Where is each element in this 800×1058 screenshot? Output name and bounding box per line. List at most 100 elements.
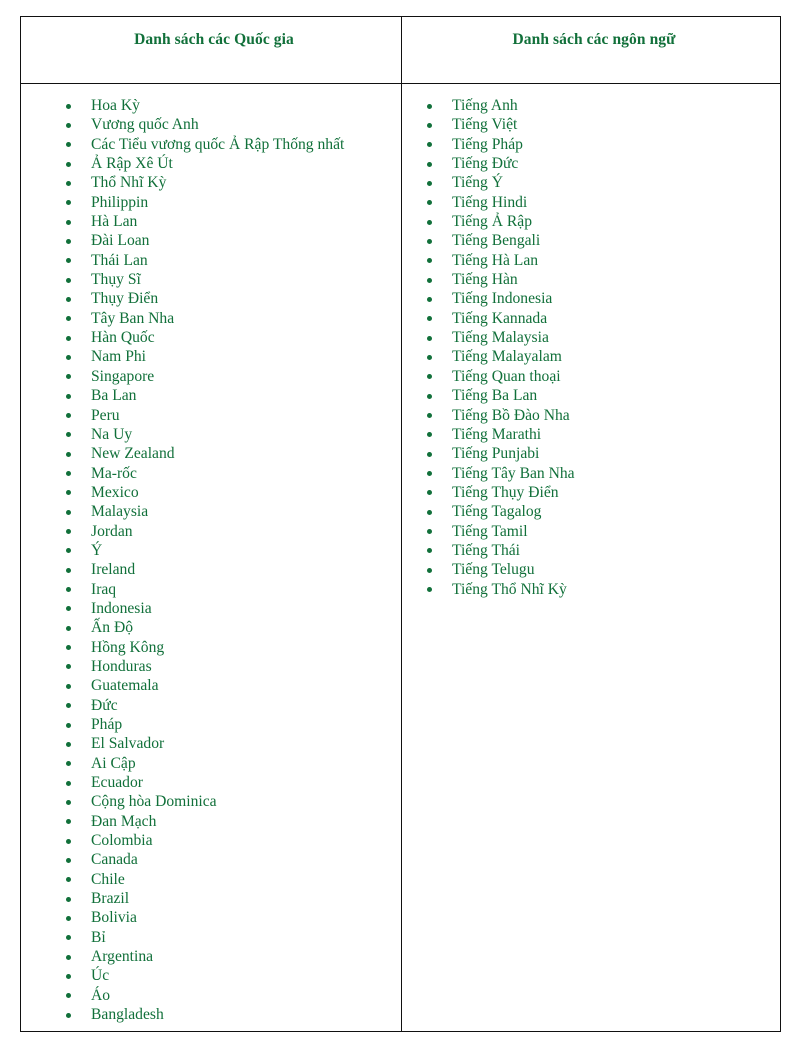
list-item: Thổ Nhĩ Kỳ xyxy=(21,173,401,192)
bullet-icon xyxy=(66,161,71,167)
header-cell-countries: Danh sách các Quốc gia xyxy=(20,16,402,84)
list-item: New Zealand xyxy=(21,444,401,463)
list-item: Mexico xyxy=(21,483,401,502)
list-item: Na Uy xyxy=(21,425,401,444)
country-label: Bolivia xyxy=(91,909,137,927)
country-label: Bangladesh xyxy=(91,1006,164,1024)
list-item: Đài Loan xyxy=(21,231,401,250)
country-label: Bỉ xyxy=(91,928,106,946)
bullet-icon xyxy=(427,567,432,573)
bullet-icon xyxy=(427,180,432,186)
bullet-icon xyxy=(427,393,432,399)
country-label: Brazil xyxy=(91,890,130,908)
country-label: Singapore xyxy=(91,367,155,385)
list-item: Tiếng Hàn xyxy=(402,270,780,289)
list-item: Tiếng Telugu xyxy=(402,560,780,579)
country-label: Ba Lan xyxy=(91,387,137,405)
bullet-icon xyxy=(66,935,71,941)
language-label: Tiếng Anh xyxy=(452,97,518,114)
list-item: Thụy Điển xyxy=(21,289,401,308)
list-item: Đức xyxy=(21,696,401,715)
bullet-icon xyxy=(427,200,432,206)
bullet-icon xyxy=(427,451,432,457)
language-label: Tiếng Tamil xyxy=(452,522,528,540)
bullet-icon xyxy=(66,587,71,593)
bullet-icon xyxy=(66,993,71,999)
bullet-icon xyxy=(66,451,71,457)
list-item: Ả Rập Xê Út xyxy=(21,154,401,173)
country-label: Đan Mạch xyxy=(91,812,157,830)
bullet-icon xyxy=(66,509,71,515)
bullet-icon xyxy=(66,296,71,302)
country-label: New Zealand xyxy=(91,445,175,463)
bullet-icon xyxy=(66,180,71,186)
language-label: Tiếng Bồ Đào Nha xyxy=(452,406,570,424)
list-item: El Salvador xyxy=(21,734,401,753)
bullet-icon xyxy=(66,277,71,283)
list-item: Indonesia xyxy=(21,599,401,618)
language-label: Tiếng Ả Rập xyxy=(452,213,533,231)
bullet-icon xyxy=(427,354,432,360)
bullet-icon xyxy=(427,432,432,438)
list-item: Nam Phi xyxy=(21,347,401,366)
table-body-row: Hoa Kỳ Vương quốc Anh Các Tiểu vương quốc … xyxy=(20,83,781,1032)
list-item: Ý xyxy=(21,541,401,560)
list-item: Tiếng Thụy Điển xyxy=(402,483,780,502)
bullet-icon xyxy=(66,258,71,264)
language-label: Tiếng Telugu xyxy=(452,561,535,579)
country-label: Chile xyxy=(91,870,125,888)
language-label: Tiếng Ý xyxy=(452,174,503,192)
bullet-icon xyxy=(427,490,432,496)
list-item: Tiếng Việt xyxy=(402,115,780,134)
country-label: Iraq xyxy=(91,580,117,598)
bullet-icon xyxy=(66,103,71,109)
country-label: Nam Phi xyxy=(91,348,147,366)
country-label: Honduras xyxy=(91,657,152,675)
bullet-icon xyxy=(427,587,432,593)
list-item: Tiếng Bồ Đào Nha xyxy=(402,406,780,425)
list-item: Pháp xyxy=(21,715,401,734)
header-cell-languages: Danh sách các ngôn ngữ xyxy=(401,16,781,84)
list-item: Vương quốc Anh xyxy=(21,115,401,134)
body-cell-countries: Hoa Kỳ Vương quốc Anh Các Tiểu vương quốc … xyxy=(20,83,402,1032)
list-item: Canada xyxy=(21,850,401,869)
list-item: Jordan xyxy=(21,522,401,541)
list-item: Hồng Kông xyxy=(21,638,401,657)
bullet-icon xyxy=(427,509,432,515)
list-item: Tiếng Đức xyxy=(402,154,780,173)
bullet-icon xyxy=(66,413,71,418)
country-label: Pháp xyxy=(91,716,123,733)
country-label: Ả Rập Xê Út xyxy=(91,155,173,173)
list-item: Tiếng Indonesia xyxy=(402,289,780,308)
bullet-icon xyxy=(66,625,71,631)
bullet-icon xyxy=(66,973,71,979)
document-page: Danh sách các Quốc gia Danh sách các ngô… xyxy=(0,0,800,1058)
bullet-icon xyxy=(66,877,71,883)
list-item: Thụy Sĩ xyxy=(21,270,401,289)
list-item: Ma-rốc xyxy=(21,464,401,483)
bullet-icon xyxy=(66,819,71,825)
language-label: Tiếng Malaysia xyxy=(452,329,549,347)
list-item: Tây Ban Nha xyxy=(21,309,401,328)
bullet-icon xyxy=(427,122,432,128)
list-item: Philippin xyxy=(21,193,401,212)
country-label: Thái Lan xyxy=(91,251,148,269)
language-label: Tiếng Hà Lan xyxy=(452,251,539,269)
bullet-icon xyxy=(427,161,432,167)
bullet-icon xyxy=(66,200,71,206)
language-label: Tiếng Indonesia xyxy=(452,290,553,308)
bullet-icon xyxy=(427,103,432,109)
list-item: Úc xyxy=(21,966,401,985)
list-item: Tiếng Malayalam xyxy=(402,347,780,366)
bullet-icon xyxy=(66,664,71,670)
list-item: Bỉ xyxy=(21,928,401,947)
language-label: Tiếng Thụy Điển xyxy=(452,483,559,501)
list-item: Hàn Quốc xyxy=(21,328,401,347)
country-label: Colombia xyxy=(91,832,153,850)
bullet-icon xyxy=(66,471,71,477)
bullet-icon xyxy=(66,799,71,805)
bullet-icon xyxy=(66,122,71,128)
list-item: Ecuador xyxy=(21,773,401,792)
list-item: Peru xyxy=(21,406,401,425)
bullet-icon xyxy=(66,1012,71,1018)
